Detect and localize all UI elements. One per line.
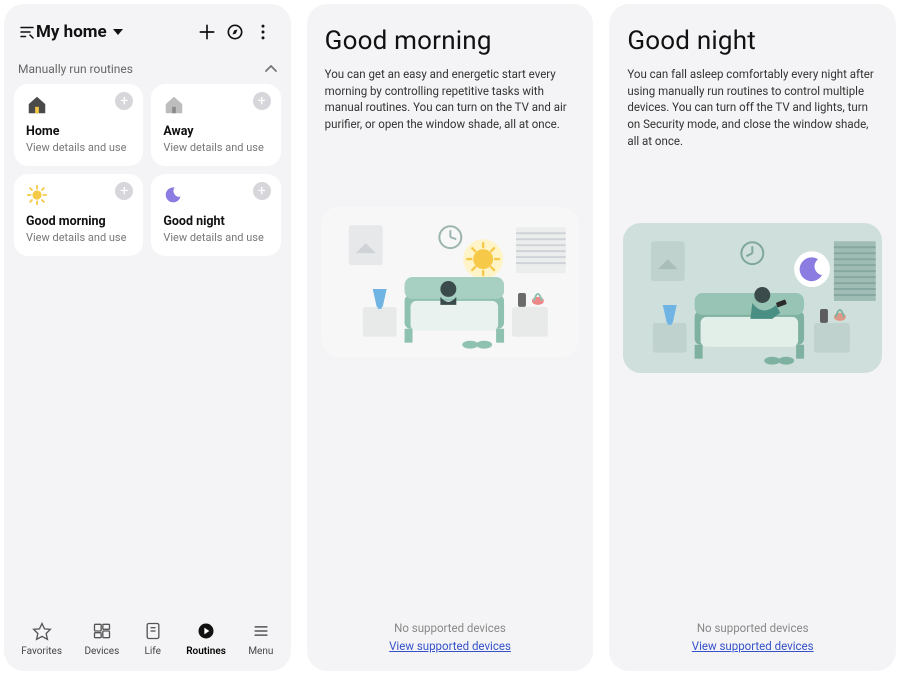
routines-list-panel: My home Manually run routines + Home Vie…: [4, 4, 291, 671]
routine-card-title: Away: [163, 124, 268, 139]
star-icon: [31, 620, 53, 642]
nav-devices[interactable]: Devices: [84, 620, 119, 657]
chevron-down-icon: [113, 29, 123, 35]
routine-card-good-morning[interactable]: + Good morning View details and use: [14, 174, 143, 256]
routines-icon: [195, 620, 217, 642]
more-icon[interactable]: [249, 18, 277, 46]
add-to-card-icon[interactable]: +: [253, 92, 271, 110]
routine-card-subtitle: View details and use: [26, 141, 131, 154]
section-header-label: Manually run routines: [18, 62, 133, 76]
routine-card-subtitle: View details and use: [26, 231, 131, 244]
no-supported-devices-label: No supported devices: [307, 621, 594, 635]
nav-label: Favorites: [21, 646, 62, 657]
nav-label: Menu: [248, 646, 273, 657]
routine-card-away[interactable]: + Away View details and use: [151, 84, 280, 166]
section-header[interactable]: Manually run routines: [4, 54, 291, 84]
panel1-header: My home: [4, 4, 291, 54]
routine-card-home[interactable]: + Home View details and use: [14, 84, 143, 166]
good-night-detail-panel: Good night You can fall asleep comfortab…: [609, 4, 896, 671]
morning-illustration: [321, 207, 580, 357]
routine-card-title: Good morning: [26, 214, 131, 229]
detail-title: Good morning: [325, 26, 576, 56]
detail-footer: No supported devices View supported devi…: [609, 615, 896, 671]
chevron-up-icon: [265, 65, 277, 73]
nav-life[interactable]: Life: [142, 620, 164, 657]
home-selector-label: My home: [36, 22, 107, 42]
no-supported-devices-label: No supported devices: [609, 621, 896, 635]
routine-card-title: Good night: [163, 214, 268, 229]
menu-icon: [250, 620, 272, 642]
routine-card-good-night[interactable]: + Good night View details and use: [151, 174, 280, 256]
nav-label: Life: [144, 646, 160, 657]
add-icon[interactable]: [193, 18, 221, 46]
home-selector[interactable]: My home: [36, 22, 123, 42]
bottom-nav: Favorites Devices Life Routines Menu: [4, 610, 291, 671]
devices-icon: [91, 620, 113, 642]
nav-favorites[interactable]: Favorites: [21, 620, 62, 657]
view-supported-devices-link[interactable]: View supported devices: [692, 639, 814, 653]
view-supported-devices-link[interactable]: View supported devices: [389, 639, 511, 653]
routine-card-subtitle: View details and use: [163, 141, 268, 154]
life-icon: [142, 620, 164, 642]
night-illustration: [623, 223, 882, 373]
explore-icon[interactable]: [221, 18, 249, 46]
nav-label: Routines: [186, 646, 226, 657]
detail-description: You can fall asleep comfortably every ni…: [627, 66, 878, 149]
detail-description: You can get an easy and energetic start …: [325, 66, 576, 133]
add-to-card-icon[interactable]: +: [253, 182, 271, 200]
routine-cards-grid: + Home View details and use + Away View …: [4, 84, 291, 256]
nav-routines[interactable]: Routines: [186, 620, 226, 657]
routine-card-title: Home: [26, 124, 131, 139]
detail-footer: No supported devices View supported devi…: [307, 615, 594, 671]
list-filter-icon[interactable]: [18, 23, 36, 41]
good-morning-detail-panel: Good morning You can get an easy and ene…: [307, 4, 594, 671]
nav-menu[interactable]: Menu: [248, 620, 273, 657]
routine-card-subtitle: View details and use: [163, 231, 268, 244]
nav-label: Devices: [84, 646, 119, 657]
detail-title: Good night: [627, 26, 878, 56]
